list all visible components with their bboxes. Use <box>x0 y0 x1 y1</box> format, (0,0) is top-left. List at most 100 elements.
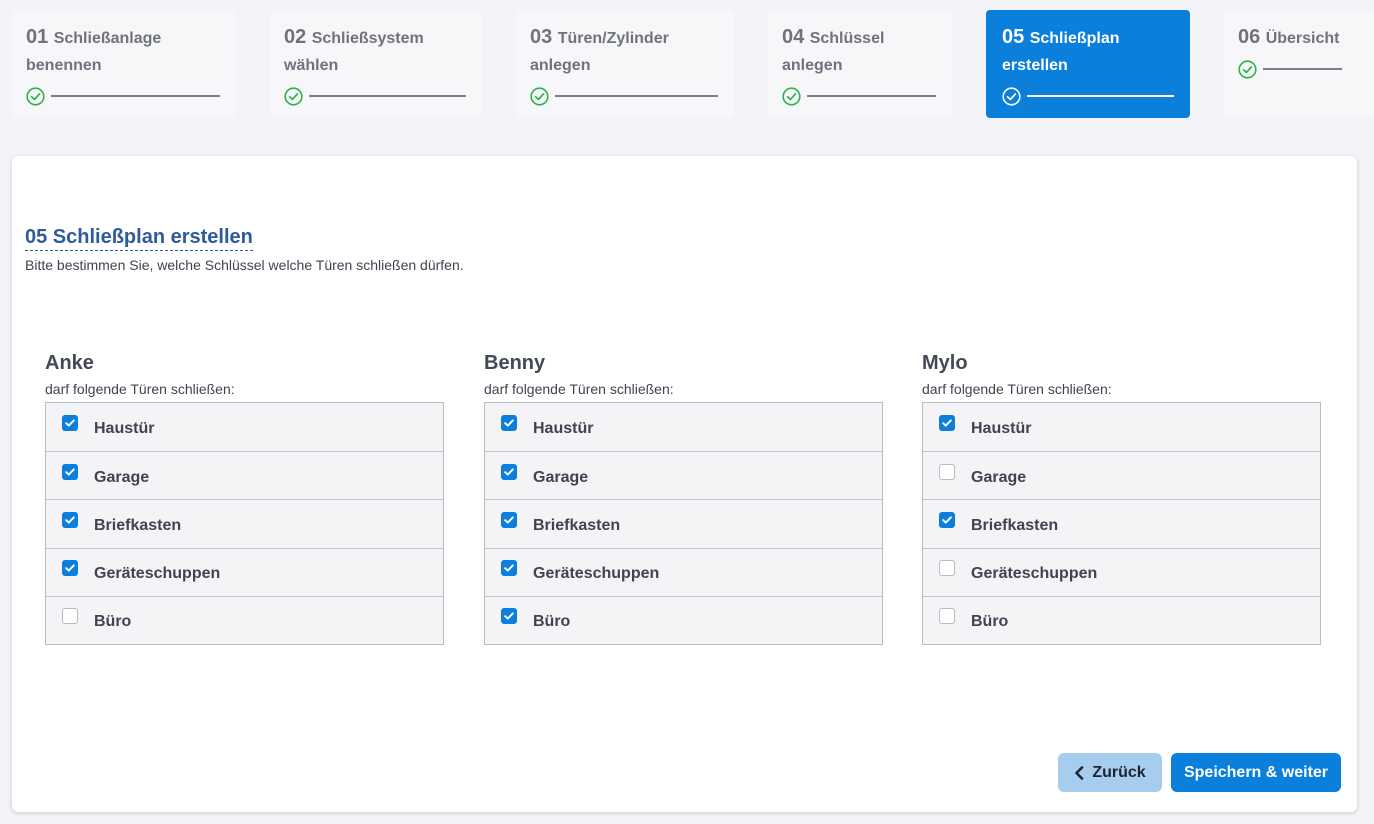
door-row[interactable]: Haustür <box>923 403 1320 451</box>
checkbox-checked[interactable] <box>62 415 78 432</box>
back-button[interactable]: Zurück <box>1058 753 1162 792</box>
door-row[interactable]: Garage <box>923 451 1320 499</box>
door-row[interactable]: Garage <box>485 451 882 499</box>
check-circle-icon <box>284 86 303 106</box>
step-number: 04 <box>782 26 805 48</box>
step-title: 01 Schließanlage benennen <box>26 24 222 79</box>
checkbox-unchecked[interactable] <box>939 560 955 577</box>
check-circle-icon <box>1002 86 1021 106</box>
door-row[interactable]: Geräteschuppen <box>46 547 443 596</box>
step-title: 06 Übersicht <box>1238 24 1360 52</box>
page-subtitle: Bitte bestimmen Sie, welche Schlüssel we… <box>25 257 464 273</box>
door-label: Haustür <box>94 420 155 438</box>
step-3[interactable]: 03 Türen/Zylinder anlegen <box>516 10 734 118</box>
checkmark-icon <box>504 516 514 524</box>
step-progress-line <box>309 95 466 97</box>
door-row[interactable]: Briefkasten <box>485 499 882 547</box>
key-name: Mylo <box>922 352 968 374</box>
check-circle-icon <box>530 86 549 106</box>
step-progress-line <box>51 95 220 97</box>
checkbox-checked[interactable] <box>501 415 517 432</box>
checkbox-checked[interactable] <box>939 511 955 528</box>
checkbox-checked[interactable] <box>501 463 517 480</box>
door-label: Geräteschuppen <box>971 565 1098 583</box>
checkmark-icon <box>65 419 75 427</box>
door-label: Geräteschuppen <box>533 565 660 583</box>
door-row[interactable]: Haustür <box>485 403 882 451</box>
check-circle-icon <box>782 86 801 106</box>
save-and-continue-label: Speichern & weiter <box>1183 763 1329 781</box>
step-number: 01 <box>26 26 49 48</box>
door-row[interactable]: Büro <box>485 595 882 644</box>
key-column-benny: Benny darf folgende Türen schließen: Hau… <box>484 352 883 645</box>
door-label: Briefkasten <box>971 516 1059 534</box>
checkbox-checked[interactable] <box>939 415 955 432</box>
door-label: Briefkasten <box>94 516 182 534</box>
key-column-mylo: Mylo darf folgende Türen schließen: Haus… <box>922 352 1321 645</box>
checkmark-icon <box>942 419 952 427</box>
door-label: Büro <box>971 613 1009 631</box>
checkmark-icon <box>65 516 75 524</box>
door-label: Garage <box>533 468 589 486</box>
step-title: 02 Schließsystem wählen <box>284 24 468 79</box>
door-row[interactable]: Geräteschuppen <box>485 547 882 596</box>
checkbox-checked[interactable] <box>501 608 517 625</box>
chevron-left-icon <box>1074 765 1084 780</box>
key-caption: darf folgende Türen schließen: <box>922 381 1112 397</box>
checkbox-checked[interactable] <box>62 511 78 528</box>
key-name: Benny <box>484 352 546 374</box>
checkmark-icon <box>504 564 514 572</box>
checkbox-unchecked[interactable] <box>62 608 78 625</box>
key-name: Anke <box>45 352 94 374</box>
step-2[interactable]: 02 Schließsystem wählen <box>270 10 482 118</box>
checkbox-unchecked[interactable] <box>939 463 955 480</box>
step-title: 03 Türen/Zylinder anlegen <box>530 24 720 79</box>
checkbox-checked[interactable] <box>501 511 517 528</box>
step-progress-line <box>1263 68 1342 70</box>
step-1[interactable]: 01 Schließanlage benennen <box>12 10 236 118</box>
step-5-active[interactable]: 05 Schließplan erstellen <box>986 10 1190 118</box>
key-caption: darf folgende Türen schließen: <box>45 381 235 397</box>
door-label: Briefkasten <box>533 516 621 534</box>
checkbox-checked[interactable] <box>501 560 517 577</box>
checkmark-icon <box>942 516 952 524</box>
door-row[interactable]: Briefkasten <box>46 499 443 547</box>
page-title: 05 Schließplan erstellen <box>25 226 253 251</box>
door-row[interactable]: Büro <box>923 595 1320 644</box>
door-row[interactable]: Geräteschuppen <box>923 547 1320 596</box>
step-title: 05 Schließplan erstellen <box>1002 24 1176 79</box>
step-progress-line <box>807 95 936 97</box>
step-6[interactable]: 06 Übersicht <box>1224 10 1374 118</box>
step-number: 05 <box>1002 26 1025 48</box>
key-column-anke: Anke darf folgende Türen schließen: Haus… <box>45 352 444 645</box>
checkmark-icon <box>504 468 514 476</box>
save-and-continue-button[interactable]: Speichern & weiter <box>1171 753 1341 792</box>
step-number: 03 <box>530 26 553 48</box>
checkbox-checked[interactable] <box>62 463 78 480</box>
step-title: 04 Schlüssel anlegen <box>782 24 938 79</box>
door-row[interactable]: Büro <box>46 595 443 644</box>
checkmark-icon <box>504 419 514 427</box>
door-row[interactable]: Garage <box>46 451 443 499</box>
step-progress-line <box>555 95 718 97</box>
door-checklist: Haustür Garage Briefkasten Geräteschuppen Bü… <box>484 402 883 645</box>
door-label: Büro <box>94 613 132 631</box>
checkbox-unchecked[interactable] <box>939 608 955 625</box>
door-checklist: Haustür Garage Briefkasten Geräteschuppen Bü… <box>922 402 1321 645</box>
step-number: 06 <box>1238 26 1261 48</box>
checkmark-icon <box>504 612 514 620</box>
door-row[interactable]: Haustür <box>46 403 443 451</box>
step-label: Übersicht <box>1265 30 1340 47</box>
door-label: Haustür <box>971 420 1032 438</box>
door-label: Büro <box>533 613 571 631</box>
step-4[interactable]: 04 Schlüssel anlegen <box>768 10 952 118</box>
checkbox-checked[interactable] <box>62 560 78 577</box>
door-row[interactable]: Briefkasten <box>923 499 1320 547</box>
door-label: Haustür <box>533 420 594 438</box>
door-checklist: Haustür Garage Briefkasten Geräteschuppen Bü… <box>45 402 444 645</box>
back-button-label: Zurück <box>1092 763 1146 781</box>
lock-plan-card: 05 Schließplan erstellen Bitte bestimmen… <box>12 156 1357 812</box>
checkmark-icon <box>65 468 75 476</box>
key-caption: darf folgende Türen schließen: <box>484 381 674 397</box>
check-circle-icon <box>26 86 45 106</box>
